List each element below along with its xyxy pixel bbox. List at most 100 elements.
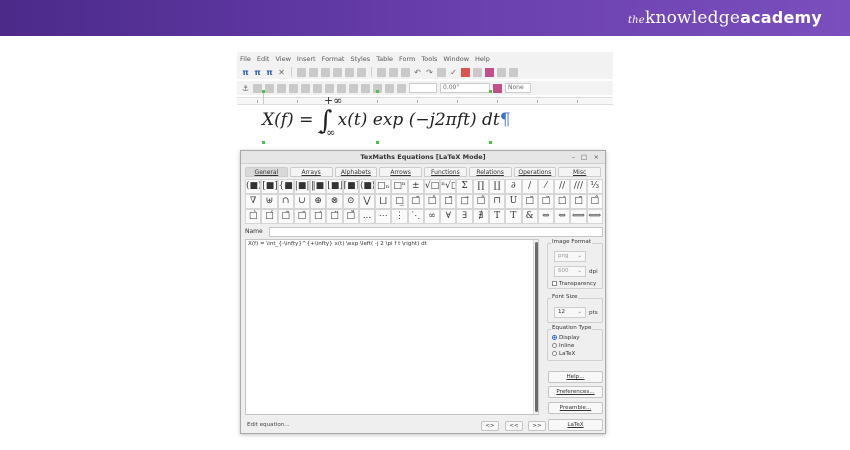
symbol-button[interactable]: ⌈■⌉ <box>342 179 359 194</box>
tab-relations[interactable]: Relations <box>468 167 512 177</box>
symbol-button[interactable]: ⊙ <box>342 194 359 209</box>
menu-styles[interactable]: Styles <box>350 55 370 63</box>
send-back-icon[interactable] <box>385 83 394 93</box>
symbol-button[interactable]: ⁿ√□ <box>440 179 457 194</box>
menu-insert[interactable]: Insert <box>297 55 316 63</box>
symbol-button[interactable]: ∐ <box>488 179 506 194</box>
symbol-button[interactable]: ∄ <box>472 209 489 224</box>
texmaths-recompile-icon[interactable]: π <box>265 68 274 77</box>
menu-view[interactable]: View <box>275 55 290 63</box>
equation-source[interactable]: X(f) = \int_{-\infty}^{+\infty} x(t) \ex… <box>248 241 427 247</box>
symbol-button[interactable]: T <box>488 209 506 224</box>
help-button[interactable]: Help... <box>548 371 603 383</box>
scrollbar-thumb[interactable] <box>535 242 538 412</box>
symbol-button[interactable]: □̃ <box>570 194 587 209</box>
menu-form[interactable]: Form <box>399 55 415 63</box>
symbol-button[interactable]: ∃ <box>456 209 473 224</box>
style-dropdown[interactable] <box>409 83 437 93</box>
symbol-button[interactable]: ⁄ <box>537 179 555 194</box>
symbol-button[interactable]: □̃ <box>440 194 457 209</box>
symbol-button[interactable]: ∇ <box>245 194 262 209</box>
selection-handle[interactable] <box>262 90 265 93</box>
save-icon[interactable] <box>321 67 330 77</box>
symbol-button[interactable]: ⅓ <box>586 179 603 194</box>
dialog-titlebar[interactable]: TexMaths Equations [LaTeX Mode] – □ × <box>241 151 605 164</box>
wrap-off-icon[interactable] <box>253 83 262 93</box>
tab-functions[interactable]: Functions <box>424 167 467 177</box>
wrap-left-icon[interactable] <box>289 83 298 93</box>
symbol-button[interactable]: /// <box>570 179 587 194</box>
open-icon[interactable] <box>309 67 318 77</box>
menu-format[interactable]: Format <box>322 55 345 63</box>
wrap-right-icon[interactable] <box>301 83 310 93</box>
symbol-button[interactable]: □̲ <box>391 194 408 209</box>
symbol-button[interactable]: □̇ <box>554 194 571 209</box>
symbol-button[interactable]: ⋯ <box>375 209 392 224</box>
align-center-icon[interactable] <box>337 83 346 93</box>
equation-editor[interactable]: X(f) = \int_{-\infty}^{+\infty} x(t) \ex… <box>245 239 539 415</box>
tab-operations[interactable]: Operations <box>513 167 557 177</box>
selection-handle[interactable] <box>376 90 379 93</box>
tab-arrays[interactable]: Arrays <box>289 167 333 177</box>
symbol-button[interactable]: □̇ <box>310 209 327 224</box>
menu-file[interactable]: File <box>240 55 251 63</box>
menu-window[interactable]: Window <box>443 55 469 63</box>
tab-alphabets[interactable]: Alphabets <box>334 167 378 177</box>
symbol-button[interactable]: √□ <box>423 179 441 194</box>
equation-image[interactable]: X(f) = ∫ +∞ −∞ x(t) exp (−j2πft) dt¶ <box>262 94 511 139</box>
insert-chart-icon[interactable] <box>497 67 506 77</box>
radio-icon[interactable] <box>552 343 557 348</box>
font-name-box[interactable]: None <box>505 83 531 93</box>
symbol-button[interactable]: ⟨■⟩ <box>358 179 376 194</box>
dpi-select[interactable]: 600 ⌄ <box>554 266 586 277</box>
radio-icon[interactable] <box>552 351 557 356</box>
symbol-button[interactable]: ⋮ <box>391 209 408 224</box>
previous-button[interactable]: << <box>505 421 523 431</box>
symbol-button[interactable]: □̀ <box>245 209 262 224</box>
find-replace-icon[interactable] <box>437 67 446 77</box>
next-button[interactable]: >> <box>528 421 546 431</box>
symbol-button[interactable]: ⌊■⌋ <box>326 179 343 194</box>
selection-handle[interactable] <box>376 141 379 144</box>
symbol-button[interactable]: ⋁ <box>358 194 376 209</box>
symbol-button[interactable]: ± <box>407 179 424 194</box>
symbol-button[interactable]: Σ <box>456 179 473 194</box>
symbol-button[interactable]: ⟺ <box>586 209 603 224</box>
spacing-field[interactable]: 0.00" <box>440 83 490 93</box>
editor-scrollbar[interactable] <box>533 240 538 414</box>
minimize-icon[interactable]: – <box>572 153 575 161</box>
symbol-button[interactable]: □̂ <box>423 194 441 209</box>
menu-help[interactable]: Help <box>475 55 490 63</box>
texmaths-pi-icon[interactable]: π <box>241 68 250 77</box>
preferences-button[interactable]: Preferences... <box>548 386 603 398</box>
symbol-button[interactable]: ∪ <box>293 194 311 209</box>
anchor-icon[interactable]: ⚓ <box>241 84 250 93</box>
paste-icon[interactable] <box>401 67 410 77</box>
preamble-button[interactable]: Preamble... <box>548 402 603 414</box>
print-icon[interactable] <box>345 67 354 77</box>
symbol-button[interactable]: □̊ <box>342 209 359 224</box>
tab-arrows[interactable]: Arrows <box>379 167 422 177</box>
symbol-button[interactable]: □̄ <box>407 194 424 209</box>
new-document-icon[interactable] <box>297 67 306 77</box>
radio-display[interactable]: Display <box>552 335 580 341</box>
insert-braces-button[interactable]: <> <box>481 421 499 431</box>
symbol-button[interactable]: T <box>505 209 522 224</box>
transparency-checkbox[interactable]: Transparency <box>552 281 596 287</box>
wrap-page-icon[interactable] <box>265 83 274 93</box>
symbol-button[interactable]: □ⁿ <box>391 179 408 194</box>
symbol-button[interactable]: ∞ <box>423 209 441 224</box>
symbol-button[interactable]: ∂ <box>505 179 522 194</box>
latex-button[interactable]: LaTeX <box>548 419 603 431</box>
align-right-icon[interactable] <box>349 83 358 93</box>
align-left-icon[interactable] <box>325 83 334 93</box>
symbol-button[interactable]: ⊗ <box>326 194 343 209</box>
symbol-button[interactable]: ‖■‖ <box>310 179 327 194</box>
symbol-button[interactable]: ... <box>358 209 376 224</box>
radio-latex[interactable]: LaTeX <box>552 351 575 357</box>
selection-handle[interactable] <box>489 141 492 144</box>
symbol-button[interactable]: Ȗ <box>505 194 522 209</box>
selection-handle[interactable] <box>262 141 265 144</box>
symbol-button[interactable]: |■| <box>293 179 311 194</box>
symbol-button[interactable]: □̂ <box>586 194 603 209</box>
